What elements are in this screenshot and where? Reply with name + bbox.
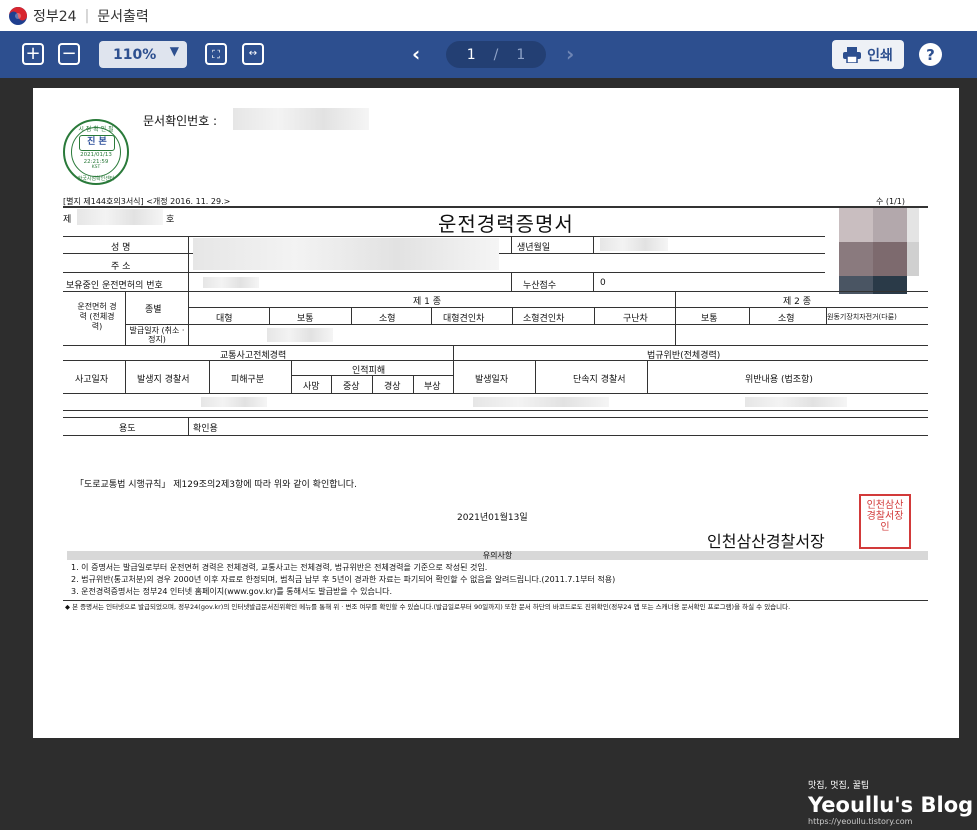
- timestamp-seal: 시 점 확 인 필 진 본 2021/01/13 22:21:59 KST 한국…: [63, 119, 129, 185]
- note-2: 2. 법규위반(통고처분)의 경우 2000년 이후 자료로 한정되며, 범칙금…: [71, 575, 616, 584]
- class1-col-4: 대형견인차: [443, 314, 485, 324]
- seal-center-text: 진 본: [79, 135, 115, 151]
- watermark-url: https://yeoullu.tistory.com: [808, 817, 913, 826]
- birth-label: 생년월일: [517, 243, 551, 253]
- viewer-toolbar: + − 110% ▼ ⛶ ↔ ‹ 1 / 1 › 인쇄 ?: [0, 31, 977, 78]
- printer-icon: [843, 46, 862, 63]
- injury-head: 인적피해: [352, 366, 386, 376]
- document-title: 운전경력증명서: [438, 212, 574, 236]
- injury-death: 사망: [303, 382, 320, 392]
- points-label: 누산점수: [523, 281, 557, 291]
- issue-date-label: 발급일자 (취소 · 정지): [129, 326, 185, 344]
- name-label: 성 명: [111, 243, 131, 253]
- accident-row-redacted: [201, 397, 267, 407]
- doc-number-redacted: [233, 108, 369, 130]
- cert-no-label: 제: [63, 215, 72, 225]
- statement-text: 「도로교통법 시행규칙」 제129조의2제3항에 따라 위와 같이 확인합니다.: [75, 480, 357, 490]
- violation-row-redacted-1: [473, 397, 609, 407]
- injury-minor: 경상: [384, 382, 401, 392]
- address-label: 주 소: [111, 262, 131, 272]
- print-label: 인쇄: [867, 47, 893, 64]
- seal-date: 2021/01/13: [80, 152, 112, 158]
- note-1: 1. 이 증명서는 발급일로부터 운전면허 경력은 전체경력, 교통사고는 전체…: [71, 563, 488, 572]
- class1-head: 제 1 종: [413, 297, 442, 307]
- chevron-left-icon: ‹: [412, 42, 421, 66]
- help-button[interactable]: ?: [919, 43, 942, 66]
- title-bar: 정부24 | 문서출력: [0, 0, 977, 31]
- birth-redacted: [600, 238, 668, 251]
- class2-col-1: 보통: [701, 314, 718, 324]
- cert-ho-label: 호: [166, 215, 175, 225]
- document-page: 시 점 확 인 필 진 본 2021/01/13 22:21:59 KST 한국…: [33, 88, 959, 738]
- violation-row-redacted-2: [745, 397, 847, 407]
- injury-wound: 부상: [424, 382, 441, 392]
- license-label: 보유중인 운전면허의 번호: [66, 281, 163, 291]
- seal-issuer: 한국시점확인센터: [77, 176, 115, 182]
- official-seal: 인천삼산경찰서장인: [859, 494, 911, 549]
- doc-number-label: 문서확인번호 :: [143, 114, 218, 128]
- prev-page-button[interactable]: ‹: [412, 42, 420, 66]
- fit-page-icon: ⛶: [212, 47, 220, 61]
- class-label: 종별: [145, 305, 162, 315]
- name-address-redacted: [193, 238, 499, 270]
- issuer-name: 인천삼산경찰서장: [707, 532, 825, 551]
- class1-col-6: 구난차: [623, 314, 648, 324]
- official-seal-text: 인천삼산경찰서장인: [866, 500, 904, 533]
- class2-col-2: 소형: [778, 314, 795, 324]
- title-separator: |: [84, 7, 90, 24]
- accident-col-type: 피해구분: [231, 375, 265, 385]
- page-separator: /: [493, 46, 499, 63]
- seal-top-text: 시 점 확 인 필: [78, 126, 114, 133]
- accident-head: 교통사고전체경력: [220, 351, 287, 361]
- violation-head: 법규위반(전체경력): [647, 351, 721, 361]
- class2-col-3: 원동기장치자전거(다륜): [827, 313, 897, 321]
- note-3: 3. 운전경력증명서는 정부24 인터넷 홈페이지(www.gov.kr)를 통…: [71, 587, 393, 596]
- blog-watermark: 맛집, 멋집, 꿀팁 Yeoullu's Blog https://yeoull…: [808, 778, 973, 826]
- chevron-down-icon: ▼: [169, 44, 179, 58]
- zoom-select[interactable]: 110% ▼: [99, 41, 187, 68]
- accident-col-police: 발생지 경찰서: [137, 375, 190, 385]
- seal-tz: KST: [91, 165, 101, 170]
- injury-serious: 중상: [343, 382, 360, 392]
- issue-date: 2021년01월13일: [457, 513, 528, 523]
- id-photo-redacted: [825, 208, 919, 294]
- chevron-right-icon: ›: [566, 42, 575, 66]
- footer-note: ◆ 본 증명서는 인터넷으로 발급되었으며, 정부24(gov.kr)의 인터넷…: [65, 603, 791, 611]
- license-redacted: [203, 277, 259, 288]
- page-current[interactable]: 1: [467, 47, 476, 63]
- print-button[interactable]: 인쇄: [832, 40, 904, 69]
- brand-name: 정부24: [33, 8, 77, 25]
- accident-col-date: 사고일자: [75, 375, 109, 385]
- class1-col-5: 소형견인차: [523, 314, 565, 324]
- purpose-label: 용도: [119, 424, 136, 434]
- class1-col-2: 보통: [297, 314, 314, 324]
- fit-page-button[interactable]: ⛶: [205, 43, 227, 65]
- fit-width-icon: ↔: [248, 48, 258, 59]
- violation-col-police: 단속지 경찰서: [573, 375, 626, 385]
- gov-logo-icon: [9, 6, 27, 25]
- points-value: 0: [600, 278, 606, 288]
- issue-date-redacted: [267, 328, 333, 342]
- watermark-name: Yeoullu's Blog: [808, 793, 974, 817]
- window-title: 문서출력: [97, 8, 149, 25]
- purpose-value: 확인용: [193, 424, 218, 434]
- fit-width-button[interactable]: ↔: [242, 43, 264, 65]
- notes-head: 유의사항: [67, 551, 928, 560]
- class2-head: 제 2 종: [783, 297, 812, 307]
- page-indicator: 1 / 1: [446, 41, 546, 68]
- zoom-out-button[interactable]: −: [58, 43, 80, 65]
- watermark-tagline: 맛집, 멋집, 꿀팁: [808, 781, 870, 791]
- page-total: 1: [516, 46, 526, 63]
- class1-col-1: 대형: [216, 314, 233, 324]
- violation-col-content: 위반내용 (법조항): [745, 375, 813, 385]
- zoom-value: 110%: [113, 46, 157, 63]
- cert-no-redacted: [77, 209, 163, 225]
- next-page-button[interactable]: ›: [566, 42, 574, 66]
- class1-col-3: 소형: [379, 314, 396, 324]
- history-label: 운전면허 경력 (전체경력): [77, 302, 117, 331]
- violation-col-date: 발생일자: [475, 375, 509, 385]
- zoom-in-button[interactable]: +: [22, 43, 44, 65]
